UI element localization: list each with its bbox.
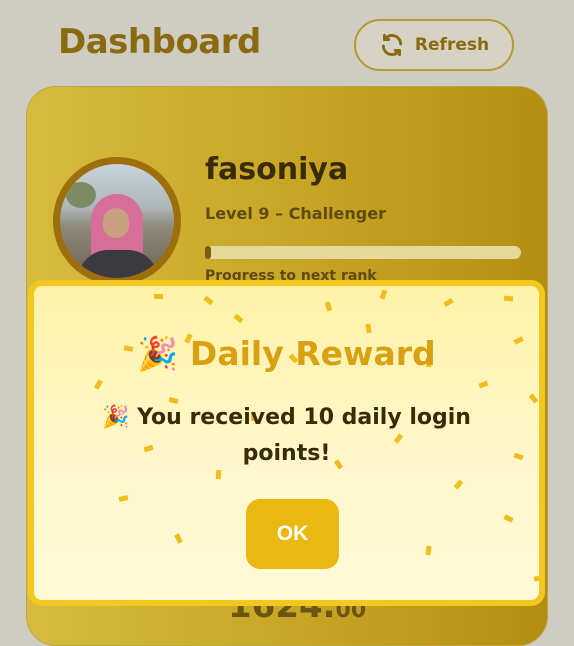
profile-photo bbox=[60, 164, 174, 278]
photo-person-body bbox=[78, 250, 158, 278]
confetti-piece bbox=[233, 313, 244, 324]
refresh-button[interactable]: Refresh bbox=[354, 19, 514, 71]
avatar[interactable] bbox=[53, 157, 181, 285]
confetti-piece bbox=[528, 393, 539, 404]
party-popper-icon: 🎉 bbox=[137, 334, 179, 373]
username: fasoniya bbox=[205, 152, 349, 187]
confetti-piece bbox=[154, 294, 163, 299]
confetti-piece bbox=[503, 295, 514, 302]
confetti-piece bbox=[503, 514, 514, 523]
confetti-piece bbox=[324, 301, 333, 312]
page-title: Dashboard bbox=[58, 22, 261, 62]
daily-reward-modal: 🎉 Daily Reward 🎉 You received 10 daily l… bbox=[28, 280, 545, 606]
confetti-piece bbox=[94, 379, 103, 390]
confetti-piece bbox=[533, 575, 539, 582]
confetti-piece bbox=[453, 479, 464, 490]
modal-message: 🎉 You received 10 daily login points! bbox=[94, 400, 479, 472]
confetti-piece bbox=[425, 545, 432, 556]
confetti-piece bbox=[174, 533, 183, 544]
confetti-piece bbox=[478, 380, 489, 389]
ok-button[interactable]: OK bbox=[246, 499, 339, 569]
confetti-piece bbox=[379, 289, 388, 300]
confetti-piece bbox=[365, 323, 372, 334]
photo-person-face bbox=[103, 208, 129, 238]
confetti-piece bbox=[203, 295, 214, 306]
modal-title-text: Daily Reward bbox=[189, 334, 436, 373]
rank-progress-fill bbox=[205, 246, 212, 259]
party-popper-icon: 🎉 bbox=[102, 405, 130, 430]
confetti-piece bbox=[513, 452, 524, 461]
refresh-icon bbox=[381, 33, 402, 57]
level-text: Level 9 – Challenger bbox=[205, 204, 386, 223]
confetti-piece bbox=[118, 495, 129, 502]
modal-title: 🎉 Daily Reward bbox=[34, 334, 539, 374]
refresh-label: Refresh bbox=[414, 35, 490, 55]
modal-message-text: You received 10 daily login points! bbox=[137, 405, 471, 466]
rank-progress-bar bbox=[205, 246, 521, 259]
photo-background-tree bbox=[66, 182, 96, 208]
confetti-piece bbox=[443, 297, 454, 308]
